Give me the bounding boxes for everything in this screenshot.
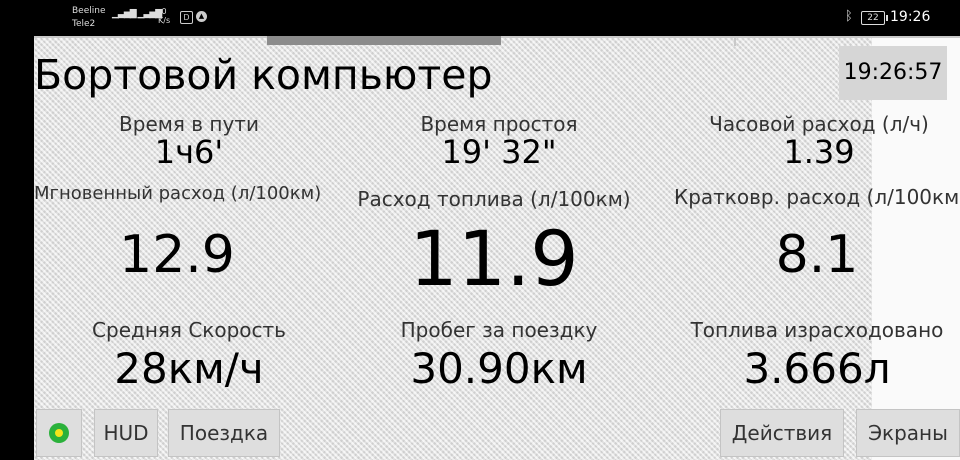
- fuel-used-label: Топлива израсходовано: [690, 318, 944, 342]
- screens-button[interactable]: Экраны: [856, 409, 960, 457]
- idle-time-value: 19' 32": [441, 133, 557, 171]
- short-term-consumption-label: Кратковр. расход (л/100км): [674, 185, 960, 209]
- page-title: Бортовой компьютер: [34, 51, 493, 99]
- top-tick: [734, 36, 736, 46]
- status-indicator-icon: [49, 423, 69, 443]
- app-a-icon: ▲: [196, 11, 207, 22]
- travel-time-value: 1ч6': [154, 133, 224, 171]
- app-d-icon: D: [180, 11, 193, 24]
- instant-consumption-value: 12.9: [119, 225, 235, 285]
- short-term-consumption-value: 8.1: [775, 225, 859, 285]
- average-speed-label: Средняя Скорость: [92, 318, 286, 342]
- instant-consumption-label: Мгновенный расход (л/100км): [34, 183, 322, 204]
- battery-icon: 22: [861, 11, 888, 25]
- network-speed-unit: K/s: [158, 16, 171, 25]
- notification-icons: D ▲: [180, 11, 207, 24]
- current-time: 19:26:57: [839, 46, 947, 100]
- fuel-used-value: 3.666л: [743, 344, 891, 393]
- fuel-consumption-label: Расход топлива (л/100км): [357, 187, 631, 211]
- hourly-consumption-value: 1.39: [783, 133, 855, 171]
- operator-1-label: Beeline: [72, 6, 106, 16]
- status-clock: 19:26: [890, 9, 931, 25]
- actions-button[interactable]: Действия: [720, 409, 844, 457]
- trip-button[interactable]: Поездка: [168, 409, 280, 457]
- onboard-computer-screen: Бортовой компьютер 19:26:57 Время в пути…: [34, 36, 960, 460]
- bluetooth-icon: ᛒ: [845, 9, 853, 24]
- connection-status-button[interactable]: [36, 409, 82, 457]
- network-speed: 0 K/s: [158, 7, 170, 25]
- trip-distance-value: 30.90км: [410, 344, 588, 393]
- status-bar: Beeline Tele2 ▁▃▅▇ ▁▃▅▇ 0 K/s D ▲ ᛒ 22 1…: [0, 0, 960, 36]
- operator-2-label: Tele2: [72, 19, 96, 29]
- hud-button[interactable]: HUD: [94, 409, 158, 457]
- fuel-consumption-value: 11.9: [409, 214, 579, 303]
- network-speed-value: 0: [161, 7, 167, 16]
- page-indicator[interactable]: [267, 36, 501, 45]
- signal-icon: ▁▃▅▇ ▁▃▅▇: [112, 9, 162, 19]
- trip-distance-label: Пробег за поездку: [400, 318, 598, 342]
- average-speed-value: 28км/ч: [114, 344, 264, 393]
